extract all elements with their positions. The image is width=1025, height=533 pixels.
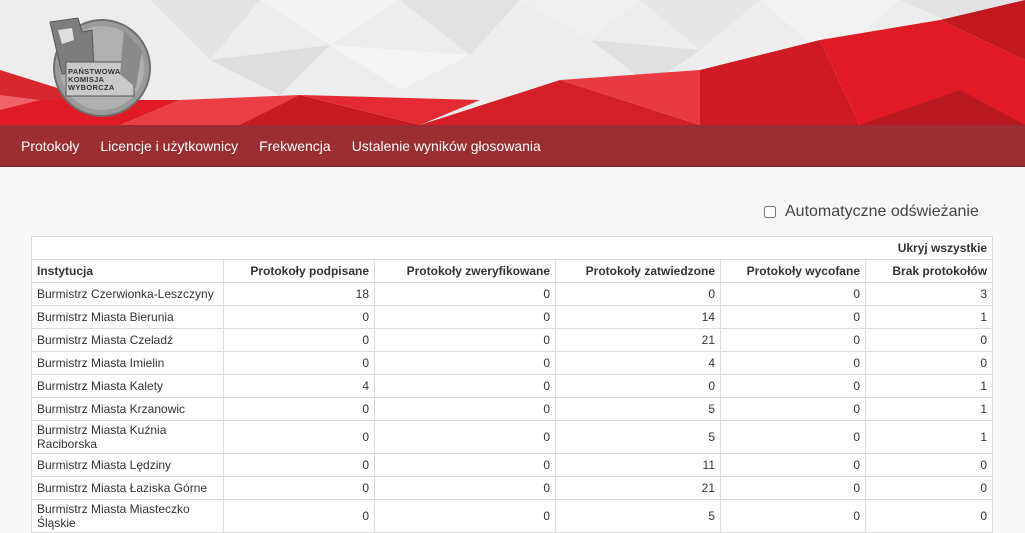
cell-count: 0 <box>720 453 866 477</box>
cell-count: 5 <box>555 397 721 421</box>
cell-count: 4 <box>555 351 721 375</box>
table-row[interactable]: Burmistrz Miasta Krzanowic 0 0 5 0 1 <box>31 397 994 421</box>
column-header-wycofane[interactable]: Protokoły wycofane <box>720 259 866 283</box>
cell-count: 1 <box>864 374 994 398</box>
cell-count: 0 <box>864 499 994 533</box>
table-header-row: Instytucja Protokoły podpisane Protokoły… <box>31 259 994 283</box>
cell-count: 0 <box>223 499 375 533</box>
protocols-table: Ukryj wszystkie Instytucja Protokoły pod… <box>30 236 994 533</box>
cell-count: 1 <box>864 305 994 329</box>
auto-refresh-label: Automatyczne odświeżanie <box>785 203 979 220</box>
cell-count: 0 <box>223 328 375 352</box>
cell-count: 0 <box>223 305 375 329</box>
cell-count: 0 <box>223 453 375 477</box>
cell-count: 0 <box>374 282 556 306</box>
cell-count: 5 <box>555 499 721 533</box>
table-row[interactable]: Burmistrz Miasta Imielin 0 0 4 0 0 <box>31 351 994 375</box>
banner-background <box>0 0 1025 125</box>
table-row[interactable]: Burmistrz Miasta Łaziska Górne 0 0 21 0 0 <box>31 476 994 500</box>
nav-item-wyniki[interactable]: Ustalenie wyników głosowania <box>352 138 541 154</box>
cell-count: 1 <box>864 420 994 454</box>
cell-count: 0 <box>720 397 866 421</box>
protocols-table-container: Ukryj wszystkie Instytucja Protokoły pod… <box>30 236 994 533</box>
cell-count: 0 <box>720 499 866 533</box>
cell-institution: Burmistrz Miasta Czeladź <box>31 328 224 352</box>
cell-institution: Burmistrz Miasta Imielin <box>31 351 224 375</box>
logo-text: Państwowa Komisja Wyborcza <box>68 67 121 92</box>
cell-count: 0 <box>223 351 375 375</box>
cell-count: 0 <box>374 351 556 375</box>
cell-count: 0 <box>720 476 866 500</box>
column-header-podpisane[interactable]: Protokoły podpisane <box>223 259 375 283</box>
cell-count: 3 <box>864 282 994 306</box>
table-row[interactable]: Burmistrz Miasta Lędziny 0 0 11 0 0 <box>31 453 994 477</box>
cell-count: 0 <box>555 282 721 306</box>
cell-count: 0 <box>864 328 994 352</box>
table-toolbar-row: Ukryj wszystkie <box>30 236 994 260</box>
cell-count: 0 <box>374 453 556 477</box>
cell-count: 0 <box>864 351 994 375</box>
cell-count: 0 <box>555 374 721 398</box>
column-header-zweryfikowane[interactable]: Protokoły zweryfikowane <box>374 259 556 283</box>
cell-count: 0 <box>720 282 866 306</box>
column-header-zatwiedzone[interactable]: Protokoły zatwiedzone <box>555 259 721 283</box>
cell-count: 0 <box>223 420 375 454</box>
cell-count: 1 <box>864 397 994 421</box>
cell-institution: Burmistrz Miasta Kalety <box>31 374 224 398</box>
table-body: Burmistrz Czerwionka-Leszczyny 18 0 0 0 3 Burm… <box>31 282 994 533</box>
cell-institution: Burmistrz Miasta Łaziska Górne <box>31 476 224 500</box>
logo-emblem <box>49 17 151 117</box>
table-row[interactable]: Burmistrz Czerwionka-Leszczyny 18 0 0 0 3 <box>31 282 994 306</box>
table-row[interactable]: Burmistrz Miasta Czeladź 0 0 21 0 0 <box>31 328 994 352</box>
cell-count: 0 <box>374 499 556 533</box>
column-header-instytucja[interactable]: Instytucja <box>31 259 224 283</box>
cell-institution: Burmistrz Miasta Miasteczko Śląskie <box>31 499 224 533</box>
cell-count: 21 <box>555 476 721 500</box>
hide-all-button[interactable]: Ukryj wszystkie <box>30 236 994 260</box>
header-banner: Państwowa Komisja Wyborcza <box>0 0 1025 125</box>
cell-institution: Burmistrz Miasta Kuźnia Raciborska <box>31 420 224 454</box>
cell-count: 0 <box>374 420 556 454</box>
cell-count: 0 <box>720 305 866 329</box>
cell-institution: Burmistrz Czerwionka-Leszczyny <box>31 282 224 306</box>
cell-count: 0 <box>720 374 866 398</box>
column-header-brak[interactable]: Brak protokołów <box>864 259 994 283</box>
cell-count: 5 <box>555 420 721 454</box>
nav-item-licencje[interactable]: Licencje i użytkownicy <box>100 138 238 154</box>
table-row[interactable]: Burmistrz Miasta Miasteczko Śląskie 0 0 5 0 0 <box>31 499 994 533</box>
pkw-logo: Państwowa Komisja Wyborcza <box>32 10 152 118</box>
nav-item-frekwencja[interactable]: Frekwencja <box>259 138 331 154</box>
cell-count: 0 <box>374 305 556 329</box>
cell-count: 0 <box>720 328 866 352</box>
cell-count: 0 <box>374 374 556 398</box>
cell-count: 0 <box>223 397 375 421</box>
cell-institution: Burmistrz Miasta Lędziny <box>31 453 224 477</box>
table-row[interactable]: Burmistrz Miasta Bierunia 0 0 14 0 1 <box>31 305 994 329</box>
table-row[interactable]: Burmistrz Miasta Kalety 4 0 0 0 1 <box>31 374 994 398</box>
cell-count: 0 <box>374 397 556 421</box>
main-navbar: Protokoły Licencje i użytkownicy Frekwen… <box>0 125 1025 167</box>
cell-count: 0 <box>720 420 866 454</box>
cell-institution: Burmistrz Miasta Krzanowic <box>31 397 224 421</box>
cell-institution: Burmistrz Miasta Bierunia <box>31 305 224 329</box>
cell-count: 0 <box>223 476 375 500</box>
cell-count: 11 <box>555 453 721 477</box>
auto-refresh-checkbox[interactable] <box>764 206 776 218</box>
cell-count: 4 <box>223 374 375 398</box>
cell-count: 0 <box>864 453 994 477</box>
cell-count: 0 <box>720 351 866 375</box>
cell-count: 0 <box>374 476 556 500</box>
cell-count: 14 <box>555 305 721 329</box>
cell-count: 0 <box>864 476 994 500</box>
table-row[interactable]: Burmistrz Miasta Kuźnia Raciborska 0 0 5 0 1 <box>31 420 994 454</box>
cell-count: 0 <box>374 328 556 352</box>
cell-count: 18 <box>223 282 375 306</box>
cell-count: 21 <box>555 328 721 352</box>
auto-refresh-toggle[interactable]: Automatyczne odświeżanie <box>764 203 979 221</box>
nav-item-protokoly[interactable]: Protokoły <box>21 138 79 154</box>
